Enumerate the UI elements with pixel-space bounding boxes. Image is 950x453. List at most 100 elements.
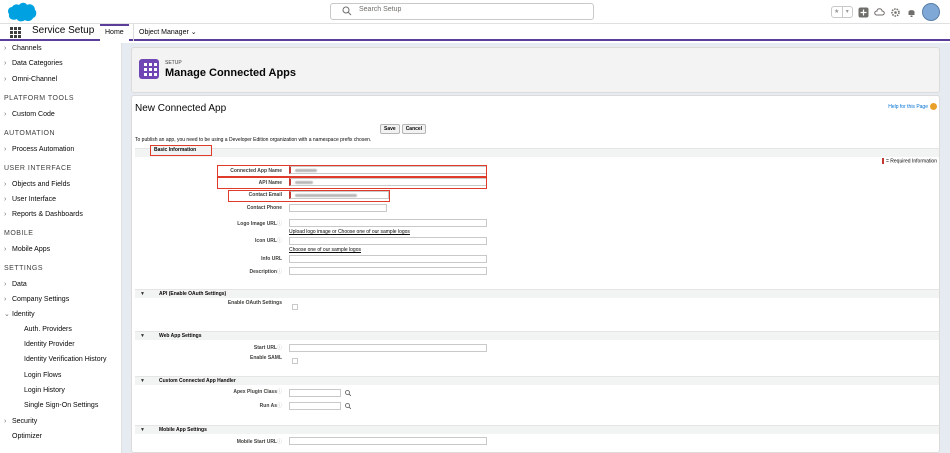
chevron-down-icon[interactable]: ⌄ [191, 29, 197, 36]
sidebar-item-omni-channel[interactable]: › Omni-Channel [4, 74, 57, 86]
user-avatar[interactable] [922, 3, 940, 21]
favorites-star-icon[interactable]: ★ [832, 7, 842, 17]
sample-icons-link[interactable]: Choose one of our sample logos [289, 247, 361, 253]
highlight-api-name [217, 177, 487, 189]
sidebar-item-label: Mobile Apps [12, 246, 51, 253]
label-run-as: Run Asⓘ [152, 402, 282, 409]
search-placeholder: Search Setup [359, 6, 402, 13]
section-web-app[interactable]: ▼ Web App Settings [135, 331, 939, 340]
app-launcher-icon[interactable] [10, 27, 21, 38]
sidebar-item-security[interactable]: › Security [4, 416, 37, 428]
section-mobile-app[interactable]: ▼ Mobile App Settings [135, 425, 939, 434]
sidebar-item-custom-code[interactable]: › Custom Code [4, 109, 55, 121]
required-legend: = Required Information [881, 158, 937, 164]
collapse-triangle-icon[interactable]: ▼ [140, 378, 145, 384]
label-description-text: Description [249, 269, 277, 275]
label-info-url: Info URL [261, 256, 282, 262]
setup-gear-icon[interactable] [890, 7, 901, 18]
sidebar-item-label: Omni-Channel [12, 76, 58, 83]
cancel-button[interactable]: Cancel [401, 124, 427, 134]
sidebar-item-process-automation[interactable]: › Process Automation [4, 144, 74, 156]
section-basic-info-bar [135, 148, 939, 157]
favorites-list-icon[interactable]: ▾ [841, 7, 853, 17]
sidebar-item-reports-dashboards[interactable]: › Reports & Dashboards [4, 209, 83, 221]
save-button[interactable]: Save [380, 124, 400, 134]
label-apex-plugin-class-text: Apex Plugin Class [233, 389, 277, 395]
sample-logos-link[interactable]: Choose one of our sample logos [338, 229, 410, 235]
help-link[interactable]: Help for this Page [888, 103, 937, 110]
add-icon[interactable] [858, 7, 869, 18]
sidebar-item-auth-providers[interactable]: Auth. Providers [24, 324, 72, 336]
page-kicker: SETUP [165, 60, 182, 66]
logo-image-url-input[interactable] [289, 219, 487, 227]
info-icon: ⓘ [276, 439, 282, 445]
icon-url-input[interactable] [289, 237, 487, 245]
description-input[interactable] [289, 267, 487, 275]
trailhead-icon[interactable] [874, 7, 885, 18]
page-header: SETUP Manage Connected Apps [131, 47, 940, 93]
lookup-search-icon[interactable] [345, 390, 351, 396]
salesforce-cloud-logo[interactable] [7, 2, 37, 22]
start-url-input[interactable] [289, 344, 487, 352]
sidebar-item-identity[interactable]: ⌄ Identity [4, 309, 35, 321]
section-api-oauth[interactable]: ▼ API (Enable OAuth Settings) [135, 289, 939, 298]
section-mobile-app-label: Mobile App Settings [159, 427, 207, 433]
tab-object-manager-label: Object Manager [139, 29, 189, 36]
section-custom-handler[interactable]: ▼ Custom Connected App Handler [135, 376, 939, 385]
label-mobile-start-url: Mobile Start URLⓘ [152, 438, 282, 445]
info-icon: ⓘ [276, 269, 282, 275]
run-as-input[interactable] [289, 402, 341, 410]
setup-search-input[interactable]: Search Setup [330, 3, 594, 20]
help-link-label: Help for this Page [888, 103, 928, 110]
sidebar-item-mobile-apps[interactable]: › Mobile Apps [4, 244, 50, 256]
sidebar-item-optimizer[interactable]: Optimizer [12, 431, 42, 443]
chevron-right-icon: › [4, 60, 7, 67]
collapse-triangle-icon[interactable]: ▼ [140, 291, 145, 297]
sidebar-heading-settings: SETTINGS [4, 265, 44, 272]
app-name: Service Setup [32, 25, 95, 36]
tab-object-manager[interactable]: Object Manager ⌄ [133, 24, 202, 41]
chevron-right-icon: › [4, 281, 7, 288]
sidebar-item-login-flows[interactable]: Login Flows [24, 370, 61, 382]
sidebar-item-objects-and-fields[interactable]: › Objects and Fields [4, 179, 70, 191]
label-logo-image-url: Logo Image URLⓘ [152, 220, 282, 227]
label-start-url: Start URLⓘ [152, 344, 282, 351]
sidebar-item-label: Optimizer [12, 433, 42, 440]
contact-phone-input[interactable] [289, 204, 387, 212]
upload-logo-link[interactable]: Upload logo image [289, 229, 331, 235]
main-content: SETUP Manage Connected Apps New Connecte… [122, 43, 950, 453]
chevron-right-icon: › [4, 111, 7, 118]
sidebar-item-label: Channels [12, 45, 42, 52]
collapse-triangle-icon[interactable]: ▼ [140, 427, 145, 433]
enable-saml-checkbox[interactable] [292, 358, 298, 364]
sidebar-item-channels[interactable]: › Channels [4, 43, 42, 55]
or-text: or [332, 229, 337, 235]
sidebar-item-label: Process Automation [12, 146, 75, 153]
tab-home[interactable]: Home [100, 24, 129, 41]
mobile-start-url-input[interactable] [289, 437, 487, 445]
sidebar-item-company-settings[interactable]: › Company Settings [4, 294, 69, 306]
sidebar-item-login-history[interactable]: Login History [24, 385, 65, 397]
sidebar-item-identity-provider[interactable]: Identity Provider [24, 339, 75, 351]
sidebar-item-label: Reports & Dashboards [12, 211, 83, 218]
header-utility-icons: ★ ▾ [831, 2, 940, 22]
enable-oauth-checkbox[interactable] [292, 304, 298, 310]
notification-bell-icon[interactable] [906, 7, 917, 18]
favorites-control[interactable]: ★ ▾ [831, 6, 853, 18]
collapse-triangle-icon[interactable]: ▼ [140, 333, 145, 339]
sidebar-item-data-categories[interactable]: › Data Categories [4, 58, 63, 70]
sidebar-item-data[interactable]: › Data [4, 279, 27, 291]
sidebar-item-single-sign-on-settings[interactable]: Single Sign-On Settings [24, 400, 98, 412]
sidebar-item-identity-verification-history[interactable]: Identity Verification History [24, 354, 106, 366]
sidebar-item-user-interface[interactable]: › User Interface [4, 194, 56, 206]
apex-plugin-class-input[interactable] [289, 389, 341, 397]
page-title: Manage Connected Apps [165, 67, 296, 79]
label-start-url-text: Start URL [253, 345, 277, 351]
chevron-right-icon: › [4, 45, 7, 52]
chevron-right-icon: › [4, 76, 7, 83]
chevron-right-icon: › [4, 181, 7, 188]
setup-sidebar: › Channels › Data Categories › Omni-Channel… [0, 43, 122, 453]
label-enable-saml: Enable SAML [250, 355, 282, 361]
lookup-search-icon[interactable] [345, 403, 351, 409]
info-url-input[interactable] [289, 255, 487, 263]
